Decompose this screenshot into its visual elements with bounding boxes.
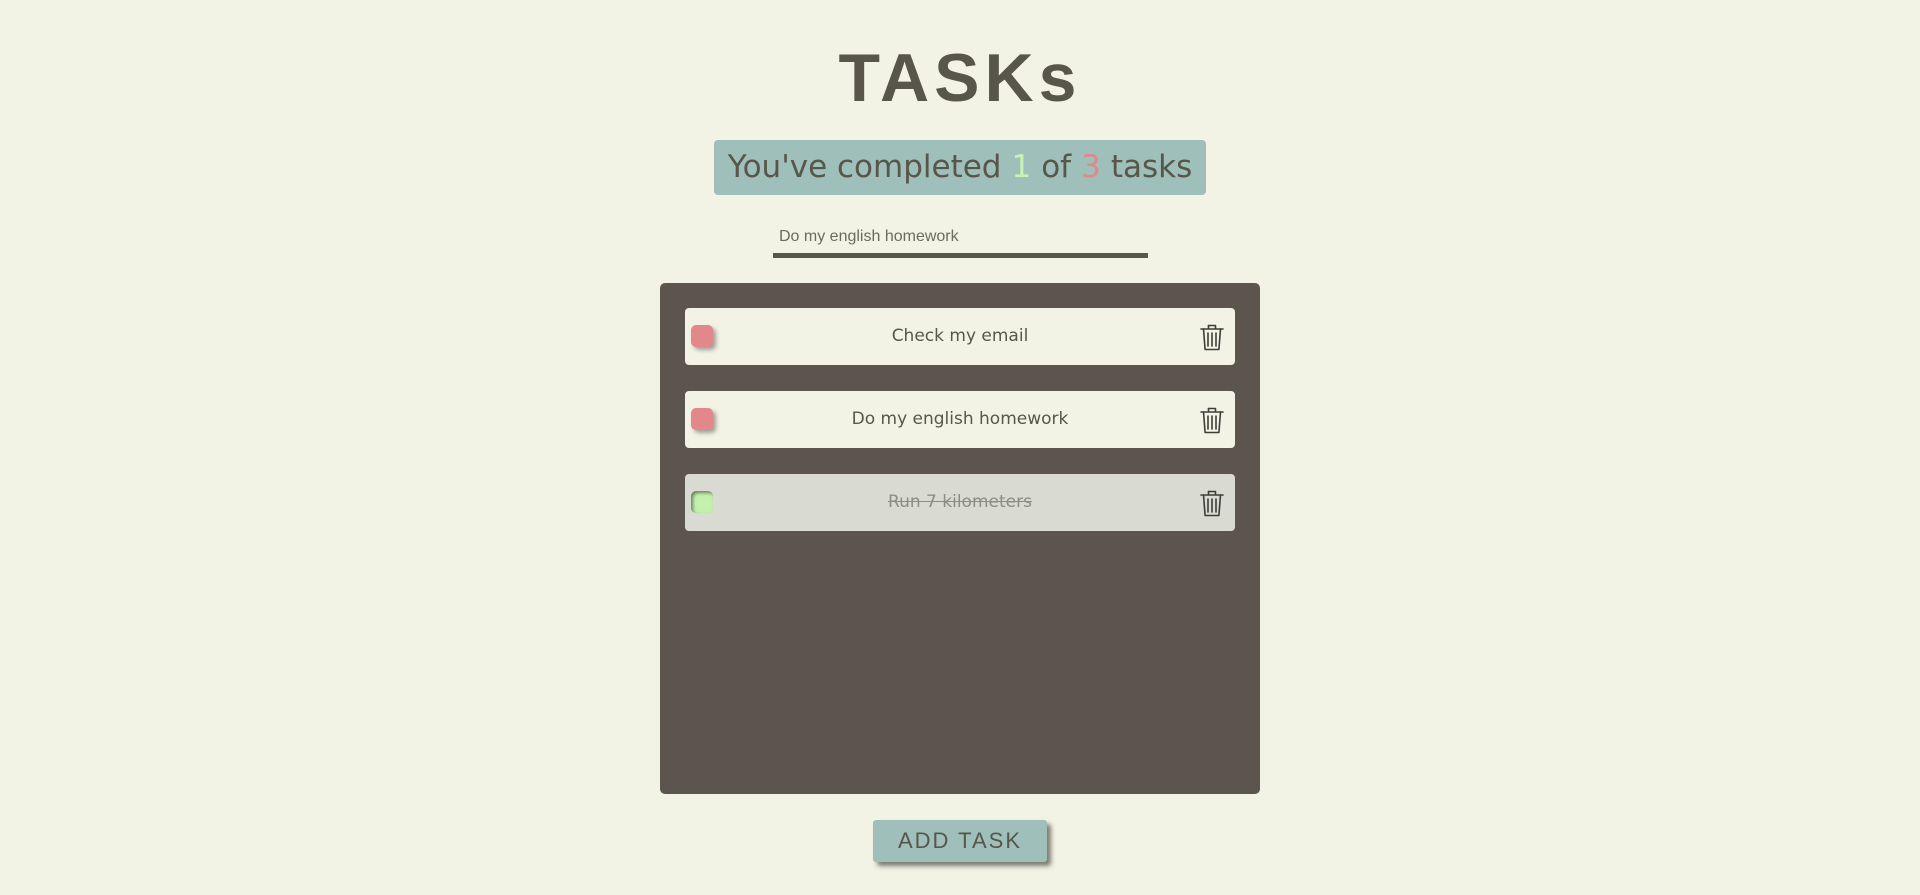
- task-board: Check my email Do my english homework Ru…: [660, 283, 1260, 794]
- page: TASKs You've completed1of3tasks Check my…: [0, 0, 1920, 895]
- summary-suffix: tasks: [1110, 149, 1193, 185]
- task-item: Do my english homework: [685, 391, 1235, 448]
- completed-count: 1: [1011, 149, 1032, 185]
- trash-icon[interactable]: [1199, 488, 1225, 518]
- task-label: Do my english homework: [851, 409, 1069, 429]
- task-toggle-checkbox[interactable]: [691, 408, 713, 430]
- completion-summary: You've completed 1 of 3 tasks: [713, 140, 1207, 195]
- task-label: Run 7 kilometers: [888, 492, 1032, 512]
- total-count: 3: [1081, 149, 1101, 185]
- task-item-completed: Run 7 kilometers: [685, 474, 1235, 531]
- summary-wrapper: You've completed 1 of 3 tasks: [0, 140, 1920, 195]
- summary-middle: of: [1041, 149, 1072, 185]
- task-item: Check my email: [685, 308, 1235, 365]
- trash-icon[interactable]: [1199, 405, 1225, 435]
- task-label: Check my email: [891, 326, 1029, 346]
- task-toggle-checkbox[interactable]: [691, 325, 713, 347]
- trash-icon[interactable]: [1199, 322, 1225, 352]
- summary-prefix: You've completed: [727, 149, 1002, 185]
- task-toggle-checkbox[interactable]: [691, 491, 713, 513]
- add-task-button[interactable]: ADD TASK: [873, 820, 1047, 862]
- new-task-input[interactable]: [773, 220, 1148, 258]
- page-title: TASKs: [838, 40, 1082, 116]
